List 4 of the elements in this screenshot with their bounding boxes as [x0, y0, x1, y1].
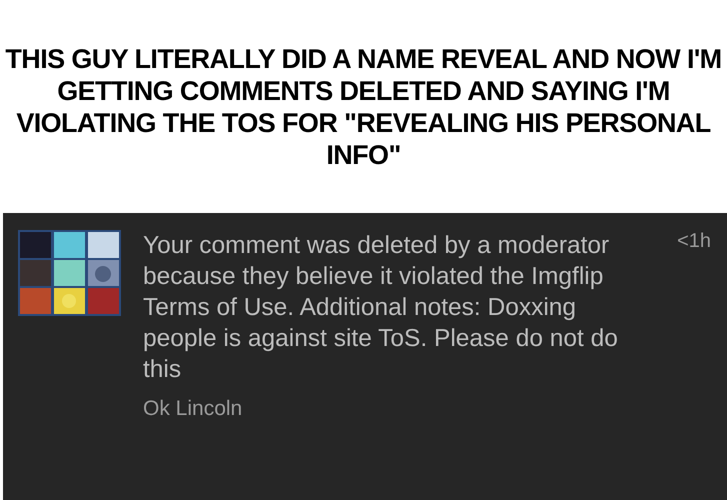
- caption: THIS GUY LITERALLY DID A NAME REVEAL AND NOW I'M GETTING COMMENTS DELETED AND SAYING I'M VIOLATING THE TOS FOR "REVEALING HIS PERSONAL INFO": [4, 42, 723, 170]
- notification-message: Your comment was deleted by a moderator because they believe it violated the Imgflip Terms of Use. Additional notes: Doxxing people is against site ToS. Please do not do this: [143, 231, 619, 385]
- author-name: Ok Lincoln: [143, 397, 244, 421]
- timestamp: <1h: [677, 230, 712, 253]
